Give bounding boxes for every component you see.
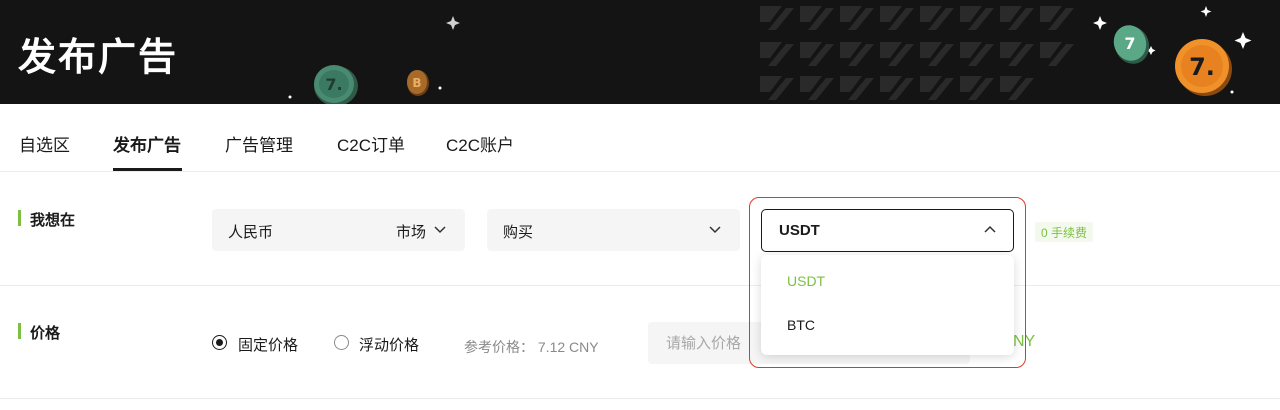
tab-post-ad[interactable]: 发布广告	[113, 131, 181, 156]
coin-icon: 7.	[1175, 39, 1232, 96]
tab-favorites[interactable]: 自选区	[19, 131, 70, 156]
dropdown-option-btc[interactable]: BTC	[787, 317, 815, 333]
action-select-value: 购买	[503, 224, 534, 241]
currency-select-value: 人民币	[228, 224, 274, 241]
price-currency-suffix: NY	[1013, 333, 1036, 350]
svg-text:7.: 7.	[325, 75, 342, 94]
page-title: 发布广告	[18, 37, 179, 79]
banner-decoration	[288, 6, 1252, 100]
tab-c2c-account[interactable]: C2C账户	[446, 131, 514, 156]
page-banner: 7. B 7 7. 发布广告	[0, 0, 1280, 104]
coin-icon: 7.	[314, 65, 358, 104]
coin-dropdown-menu: USDT BTC	[761, 255, 1014, 355]
svg-text:7.: 7.	[1189, 53, 1215, 81]
svg-text:B: B	[412, 76, 421, 90]
fixed-price-label[interactable]: 固定价格	[238, 334, 298, 355]
reference-price: 参考价格： 7.12 CNY	[464, 339, 599, 355]
dropdown-option-usdt[interactable]: USDT	[787, 273, 825, 289]
tab-c2c-orders[interactable]: C2C订单	[337, 131, 405, 156]
fixed-price-radio[interactable]	[212, 335, 227, 350]
coin-select[interactable]: USDT	[761, 209, 1014, 252]
chevron-down-icon	[709, 226, 721, 234]
btc-coin-icon: B	[407, 70, 429, 96]
currency-mode-label: 市场	[396, 224, 427, 241]
chevron-down-icon	[434, 226, 446, 234]
svg-text:7: 7	[1124, 34, 1135, 53]
floating-price-label[interactable]: 浮动价格	[359, 334, 419, 355]
fee-badge: 0 手续费	[1035, 222, 1094, 242]
coin-icon: 7	[1113, 25, 1150, 64]
chevron-up-icon	[984, 225, 996, 233]
coin-select-value: USDT	[779, 222, 820, 239]
action-select[interactable]: 购买	[487, 209, 740, 251]
want-section-label: 我想在	[18, 209, 75, 230]
active-tab-indicator	[113, 168, 182, 171]
tab-ad-management[interactable]: 广告管理	[225, 131, 293, 156]
section-divider	[0, 398, 1280, 399]
price-section-label: 价格	[18, 322, 60, 343]
section-divider	[0, 285, 1280, 286]
tab-bar: 自选区 发布广告 广告管理 C2C订单 C2C账户	[0, 104, 1280, 172]
currency-select[interactable]: 人民币 市场	[212, 209, 465, 251]
floating-price-radio[interactable]	[334, 335, 349, 350]
